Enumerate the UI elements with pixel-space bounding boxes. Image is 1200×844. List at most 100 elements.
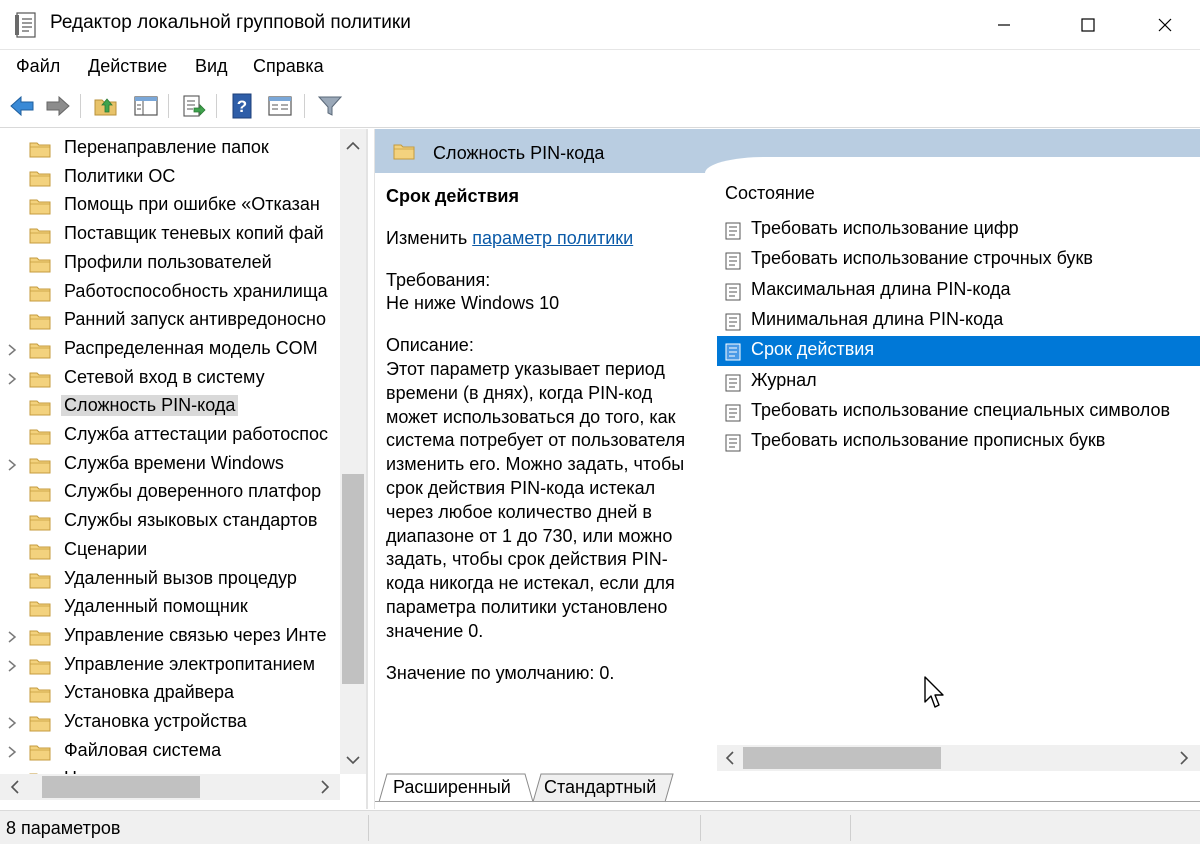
- scroll-up-icon[interactable]: [346, 141, 360, 151]
- tree-item[interactable]: Установка устройства: [0, 709, 340, 737]
- edit-policy-row: Изменить параметр политики: [386, 227, 704, 251]
- menu-help[interactable]: Справка: [253, 56, 324, 77]
- close-button[interactable]: [1130, 0, 1200, 50]
- policy-list-item[interactable]: Минимальная длина PIN-кода: [717, 306, 1200, 336]
- default-value-text: Значение по умолчанию: 0.: [386, 662, 615, 683]
- tree-item[interactable]: Сетевой вход в систему: [0, 365, 340, 393]
- status-text: 8 параметров: [6, 818, 121, 838]
- tree-item[interactable]: Установка драйвера: [0, 680, 340, 708]
- properties-view-button[interactable]: [266, 92, 294, 120]
- folder-icon: [29, 171, 51, 187]
- minimize-button[interactable]: [962, 0, 1046, 50]
- policy-setting-icon: [725, 222, 741, 240]
- tree-item[interactable]: Удаленный вызов процедур: [0, 566, 340, 594]
- menu-action[interactable]: Действие: [88, 56, 167, 77]
- chevron-right-icon[interactable]: [6, 745, 18, 759]
- forward-button[interactable]: [44, 92, 72, 120]
- folder-icon: [29, 228, 51, 244]
- chevron-right-icon[interactable]: [6, 343, 18, 357]
- policy-setting-icon: [725, 374, 741, 391]
- policy-list-item[interactable]: Требовать использование цифр: [717, 215, 1200, 245]
- menu-view[interactable]: Вид: [195, 56, 228, 77]
- tree-item[interactable]: Ранний запуск антивредоносно: [0, 307, 340, 335]
- chevron-right-icon[interactable]: [6, 372, 18, 386]
- filter-button[interactable]: [316, 92, 344, 120]
- policy-list-item[interactable]: Максимальная длина PIN-кода: [717, 276, 1200, 306]
- tree-item-label: Файловая система: [64, 739, 222, 760]
- description-label: Описание:: [386, 335, 474, 356]
- tree-item[interactable]: Удаленный помощник: [0, 594, 340, 622]
- tree-item-label: Работоспособность хранилища: [64, 280, 328, 301]
- tree-item[interactable]: Службы языковых стандартов: [0, 508, 340, 536]
- tree-item-label: Управление электропитанием: [64, 653, 315, 674]
- chevron-right-icon[interactable]: [6, 716, 18, 730]
- tree-item[interactable]: Распределенная модель COM: [0, 336, 340, 364]
- tree-item[interactable]: Службы доверенного платфор: [0, 479, 340, 507]
- console-tree-icon: [134, 96, 158, 116]
- tree-item[interactable]: Сложность PIN-кода: [0, 393, 340, 421]
- folder-icon: [29, 486, 51, 502]
- state-column-header[interactable]: Состояние: [725, 183, 815, 204]
- tree-item-label: Профили пользователей: [64, 251, 272, 272]
- details-header: Сложность PIN-кода: [375, 129, 1200, 173]
- policy-list-item-label: Требовать использование прописных букв: [751, 430, 1106, 451]
- chevron-right-icon[interactable]: [6, 458, 18, 472]
- folder-icon: [29, 257, 51, 273]
- policy-list-item[interactable]: Журнал: [717, 367, 1200, 397]
- back-button[interactable]: [8, 92, 36, 120]
- tree-item[interactable]: Политики ОС: [0, 164, 340, 192]
- scroll-left-icon[interactable]: [725, 751, 735, 765]
- policy-list-item[interactable]: Требовать использование строчных букв: [717, 245, 1200, 275]
- maximize-icon: [1081, 18, 1095, 32]
- scroll-down-icon[interactable]: [346, 755, 360, 765]
- policy-list-item[interactable]: Требовать использование прописных букв: [717, 427, 1200, 457]
- tree-item[interactable]: Помощь при ошибке «Отказан: [0, 192, 340, 220]
- scroll-right-icon[interactable]: [320, 780, 330, 794]
- chevron-right-icon[interactable]: [6, 630, 18, 644]
- policy-list-item[interactable]: Срок действия: [717, 336, 1200, 367]
- tree-item[interactable]: Файловая система: [0, 738, 340, 766]
- help-button[interactable]: ?: [228, 92, 256, 120]
- up-level-button[interactable]: [92, 92, 120, 120]
- tree-item[interactable]: Сценарии: [0, 537, 340, 565]
- maximize-button[interactable]: [1046, 0, 1130, 50]
- folder-icon: [29, 544, 51, 560]
- tree-item-label: Ранний запуск антивредоносно: [64, 309, 326, 330]
- scrollbar-thumb[interactable]: [342, 474, 364, 684]
- tree-item[interactable]: Профили пользователей: [0, 250, 340, 278]
- toolbar-separator: [168, 94, 169, 118]
- folder-icon: [29, 429, 51, 445]
- policy-setting-icon: [725, 343, 741, 361]
- tree-item[interactable]: Управление связью через Инте: [0, 623, 340, 651]
- export-list-icon: [183, 95, 206, 117]
- scroll-right-icon[interactable]: [1179, 751, 1189, 765]
- show-hide-console-tree-button[interactable]: [132, 92, 160, 120]
- tree-item-label: Поставщик теневых копий фай: [64, 223, 324, 244]
- tree-horizontal-scrollbar[interactable]: [0, 774, 340, 800]
- scrollbar-thumb[interactable]: [42, 776, 200, 798]
- tab-extended-label: Расширенный: [393, 777, 511, 797]
- folder-icon: [29, 458, 51, 474]
- tree-item[interactable]: Служба времени Windows: [0, 451, 340, 479]
- menu-file[interactable]: Файл: [16, 56, 60, 77]
- description-block: Описание: Этот параметр указывает период…: [386, 334, 704, 643]
- export-list-button[interactable]: [180, 92, 208, 120]
- scroll-left-icon[interactable]: [10, 780, 20, 794]
- toolbar-separator: [80, 94, 81, 118]
- tree-vertical-scrollbar[interactable]: [340, 129, 366, 774]
- folder-icon: [29, 400, 51, 416]
- tree-item[interactable]: Поставщик теневых копий фай: [0, 221, 340, 249]
- requirements-block: Требования: Не ниже Windows 10: [386, 269, 704, 317]
- tree-item[interactable]: Служба аттестации работоспос: [0, 422, 340, 450]
- folder-icon: [29, 630, 51, 646]
- tree-item[interactable]: Перенаправление папок: [0, 135, 340, 163]
- tree-item[interactable]: Управление электропитанием: [0, 652, 340, 680]
- edit-policy-link[interactable]: параметр политики: [472, 228, 633, 248]
- folder-icon: [29, 659, 51, 675]
- scrollbar-thumb[interactable]: [743, 747, 941, 769]
- chevron-right-icon[interactable]: [6, 659, 18, 673]
- tree-item[interactable]: Работоспособность хранилища: [0, 279, 340, 307]
- list-horizontal-scrollbar[interactable]: [717, 745, 1200, 771]
- menu-bar: Файл Действие Вид Справка: [0, 50, 1200, 84]
- policy-list-item[interactable]: Требовать использование специальных симв…: [717, 397, 1200, 427]
